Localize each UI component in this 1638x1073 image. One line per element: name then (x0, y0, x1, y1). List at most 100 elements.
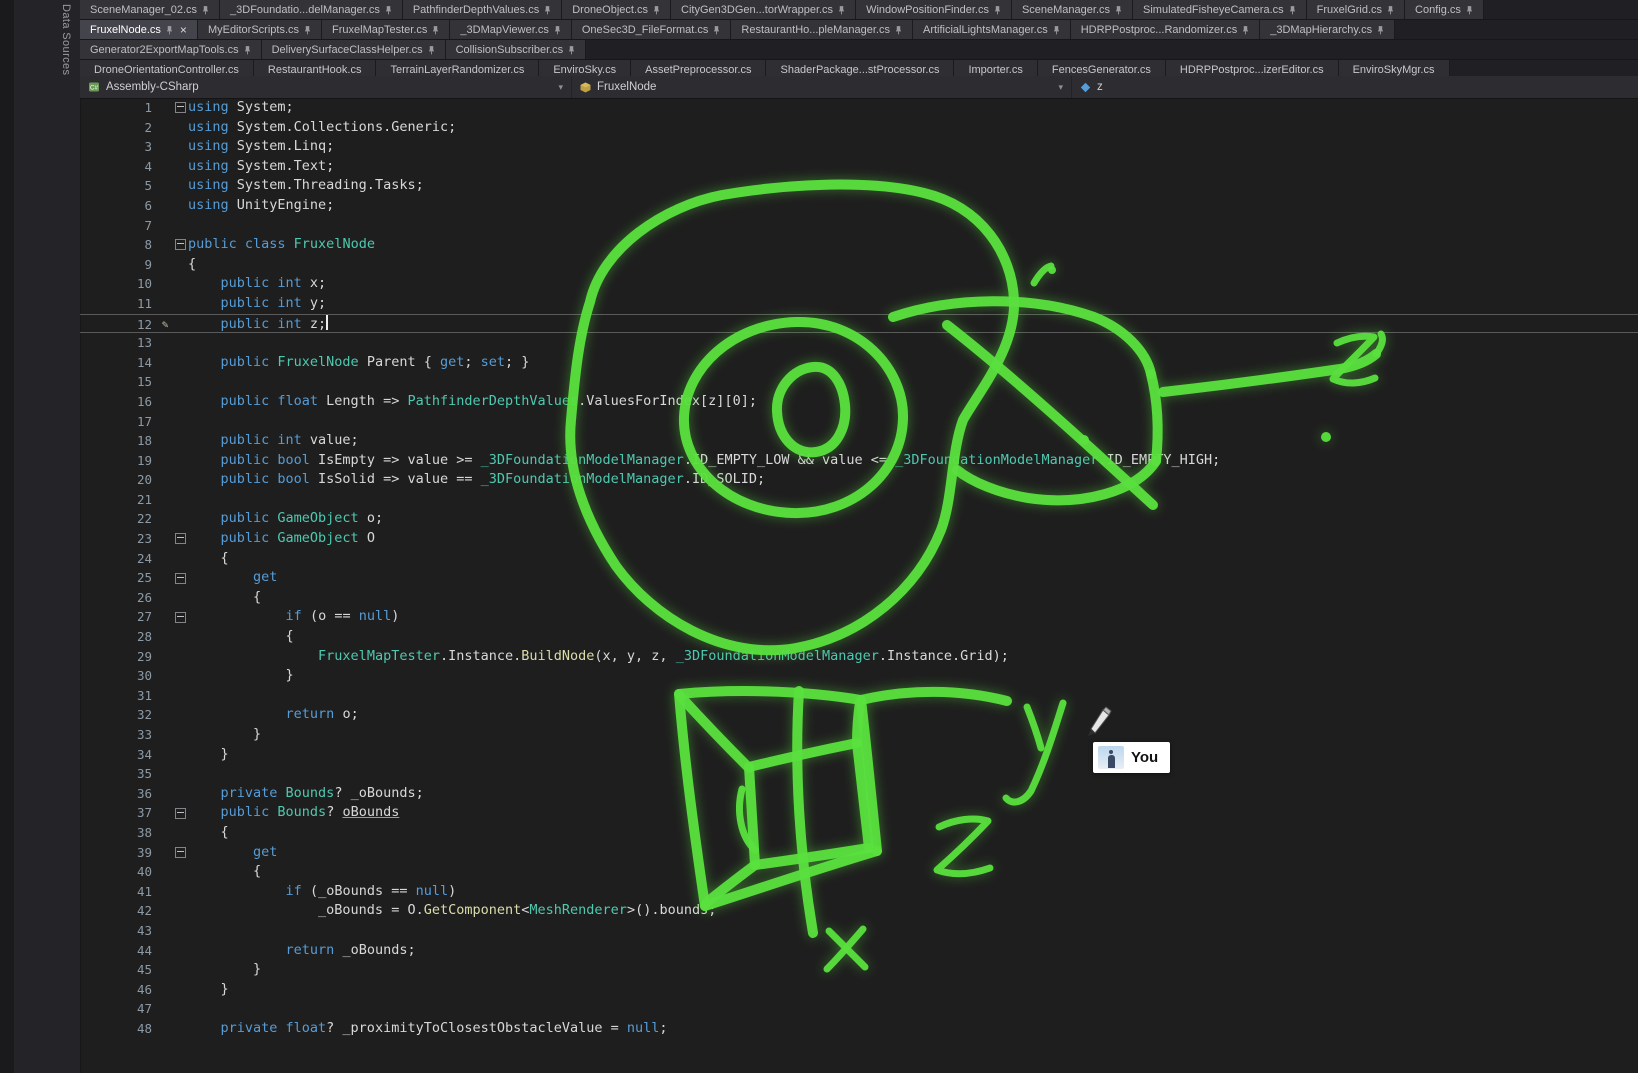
code-line[interactable]: 31 (80, 686, 1638, 706)
code-line[interactable]: 5using System.Threading.Tasks; (80, 176, 1638, 196)
code-line[interactable]: 6using UnityEngine; (80, 196, 1638, 216)
code-token: GameObject (277, 530, 358, 546)
collapse-minus-icon[interactable] (175, 808, 186, 819)
code-line[interactable]: 30 } (80, 666, 1638, 686)
code-line[interactable]: 27 if (o == null) (80, 607, 1638, 627)
close-icon[interactable]: × (180, 24, 187, 36)
code-line[interactable]: 44 return _oBounds; (80, 941, 1638, 961)
code-line[interactable]: 35 (80, 764, 1638, 784)
code-line[interactable]: 26 { (80, 588, 1638, 608)
navigation-bar: C# Assembly-CSharp ▾ FruxelNode ▾ z (80, 76, 1638, 99)
code-line[interactable]: 11 public int y; (80, 294, 1638, 314)
code-line[interactable]: 48 private float? _proximityToClosestObs… (80, 1019, 1638, 1039)
member-dropdown[interactable]: z (1072, 76, 1638, 98)
tab-collisionsubscriber-cs[interactable]: CollisionSubscriber.cs (446, 40, 587, 59)
tab-scenemanager-cs[interactable]: SceneManager.cs (1012, 0, 1133, 19)
collapse-minus-icon[interactable] (175, 847, 186, 858)
code-line[interactable]: 23 public GameObject O (80, 529, 1638, 549)
tab-scenemanager-02-cs[interactable]: SceneManager_02.cs (80, 0, 220, 19)
fold-toggle[interactable] (172, 235, 188, 255)
tab-citygen3dgen-torwrapper-cs[interactable]: CityGen3DGen...torWrapper.cs (671, 0, 856, 19)
code-line[interactable]: 47 (80, 999, 1638, 1019)
data-sources-vertical-tab[interactable]: Data Sources (60, 4, 72, 75)
code-line[interactable]: 38 { (80, 823, 1638, 843)
code-line[interactable]: 24 { (80, 549, 1638, 569)
code-line[interactable]: 18 public int value; (80, 431, 1638, 451)
code-line[interactable]: 29 FruxelMapTester.Instance.BuildNode(x,… (80, 647, 1638, 667)
tab--3dfoundatio-delmanager-cs[interactable]: _3DFoundatio...delManager.cs (220, 0, 403, 19)
fold-toggle[interactable] (172, 568, 188, 588)
code-line[interactable]: 1using System; (80, 98, 1638, 118)
code-line[interactable]: 13 (80, 333, 1638, 353)
fold-toggle[interactable] (172, 98, 188, 118)
code-line[interactable]: 41 if (_oBounds == null) (80, 882, 1638, 902)
tab-simulatedfisheyecamera-cs[interactable]: SimulatedFisheyeCamera.cs (1133, 0, 1307, 19)
code-line[interactable]: 28 { (80, 627, 1638, 647)
code-line[interactable]: 12✎ public int z; (80, 314, 1638, 334)
code-line[interactable]: 15 (80, 372, 1638, 392)
tab-config-cs[interactable]: Config.cs (1405, 0, 1484, 19)
code-line[interactable]: 32 return o; (80, 705, 1638, 725)
fold-toggle[interactable] (172, 607, 188, 627)
code-line[interactable]: 7 (80, 216, 1638, 236)
tab--3dmapviewer-cs[interactable]: _3DMapViewer.cs (450, 20, 571, 39)
tab-generator2exportmaptools-cs[interactable]: Generator2ExportMapTools.cs (80, 40, 262, 59)
code-line[interactable]: 46 } (80, 980, 1638, 1000)
code-text: public class FruxelNode (188, 235, 1638, 255)
code-line[interactable]: 4using System.Text; (80, 157, 1638, 177)
project-dropdown[interactable]: C# Assembly-CSharp ▾ (80, 76, 572, 98)
code-line[interactable]: 21 (80, 490, 1638, 510)
code-line[interactable]: 17 (80, 412, 1638, 432)
code-line[interactable]: 43 (80, 921, 1638, 941)
code-line[interactable]: 3using System.Linq; (80, 137, 1638, 157)
fold-toggle[interactable] (172, 529, 188, 549)
tab-fruxelgrid-cs[interactable]: FruxelGrid.cs (1307, 0, 1405, 19)
code-text (188, 490, 1638, 510)
tab-hdrppostproc-randomizer-cs[interactable]: HDRPPostproc...Randomizer.cs (1071, 20, 1261, 39)
code-line[interactable]: 34 } (80, 745, 1638, 765)
code-text: using System.Linq; (188, 137, 1638, 157)
code-line[interactable]: 20 public bool IsSolid => value == _3DFo… (80, 470, 1638, 490)
code-line[interactable]: 37 public Bounds? oBounds (80, 803, 1638, 823)
collapse-minus-icon[interactable] (175, 239, 186, 250)
code-line[interactable]: 39 get (80, 843, 1638, 863)
tab--3dmaphierarchy-cs[interactable]: _3DMapHierarchy.cs (1260, 20, 1395, 39)
code-line[interactable]: 19 public bool IsEmpty => value >= _3DFo… (80, 451, 1638, 471)
tab-droneobject-cs[interactable]: DroneObject.cs (562, 0, 671, 19)
tab-onesec3d-fileformat-cs[interactable]: OneSec3D_FileFormat.cs (572, 20, 732, 39)
tab-artificiallightsmanager-cs[interactable]: ArtificialLightsManager.cs (913, 20, 1071, 39)
code-line[interactable]: 40 { (80, 862, 1638, 882)
collapse-minus-icon[interactable] (175, 102, 186, 113)
tab-deliverysurfaceclasshelper-cs[interactable]: DeliverySurfaceClassHelper.cs (262, 40, 446, 59)
tab-fruxelmaptester-cs[interactable]: FruxelMapTester.cs (322, 20, 450, 39)
code-line[interactable]: 36 private Bounds? _oBounds; (80, 784, 1638, 804)
tab-label: WindowPositionFinder.cs (866, 4, 989, 16)
code-line[interactable]: 10 public int x; (80, 274, 1638, 294)
code-line[interactable]: 25 get (80, 568, 1638, 588)
code-line[interactable]: 45 } (80, 960, 1638, 980)
tab-windowpositionfinder-cs[interactable]: WindowPositionFinder.cs (856, 0, 1012, 19)
code-line[interactable]: 8public class FruxelNode (80, 235, 1638, 255)
tab-restaurantho-plemanager-cs[interactable]: RestaurantHo...pleManager.cs (731, 20, 913, 39)
code-text: public int y; (188, 294, 1638, 314)
tab-myeditorscripts-cs[interactable]: MyEditorScripts.cs (198, 20, 322, 39)
type-dropdown[interactable]: FruxelNode ▾ (572, 76, 1072, 98)
code-editor[interactable]: 1using System;2using System.Collections.… (80, 98, 1638, 1073)
code-line[interactable]: 2using System.Collections.Generic; (80, 118, 1638, 138)
code-line[interactable]: 16 public float Length => PathfinderDept… (80, 392, 1638, 412)
fold-toggle[interactable] (172, 803, 188, 823)
tab-fruxelnode-cs[interactable]: FruxelNode.cs× (80, 20, 198, 39)
pin-icon (428, 45, 435, 55)
fold-toggle[interactable] (172, 843, 188, 863)
tab-pathfinderdepthvalues-cs[interactable]: PathfinderDepthValues.cs (403, 0, 562, 19)
code-line[interactable]: 9{ (80, 255, 1638, 275)
code-line[interactable]: 22 public GameObject o; (80, 509, 1638, 529)
collapse-minus-icon[interactable] (175, 573, 186, 584)
collapse-minus-icon[interactable] (175, 612, 186, 623)
gutter-mark (158, 235, 172, 255)
visual-studio-window: Data Sources SceneManager_02.cs_3DFounda… (0, 0, 1638, 1073)
code-line[interactable]: 14 public FruxelNode Parent { get; set; … (80, 353, 1638, 373)
collapse-minus-icon[interactable] (175, 533, 186, 544)
code-line[interactable]: 33 } (80, 725, 1638, 745)
code-line[interactable]: 42 _oBounds = O.GetComponent<MeshRendere… (80, 901, 1638, 921)
